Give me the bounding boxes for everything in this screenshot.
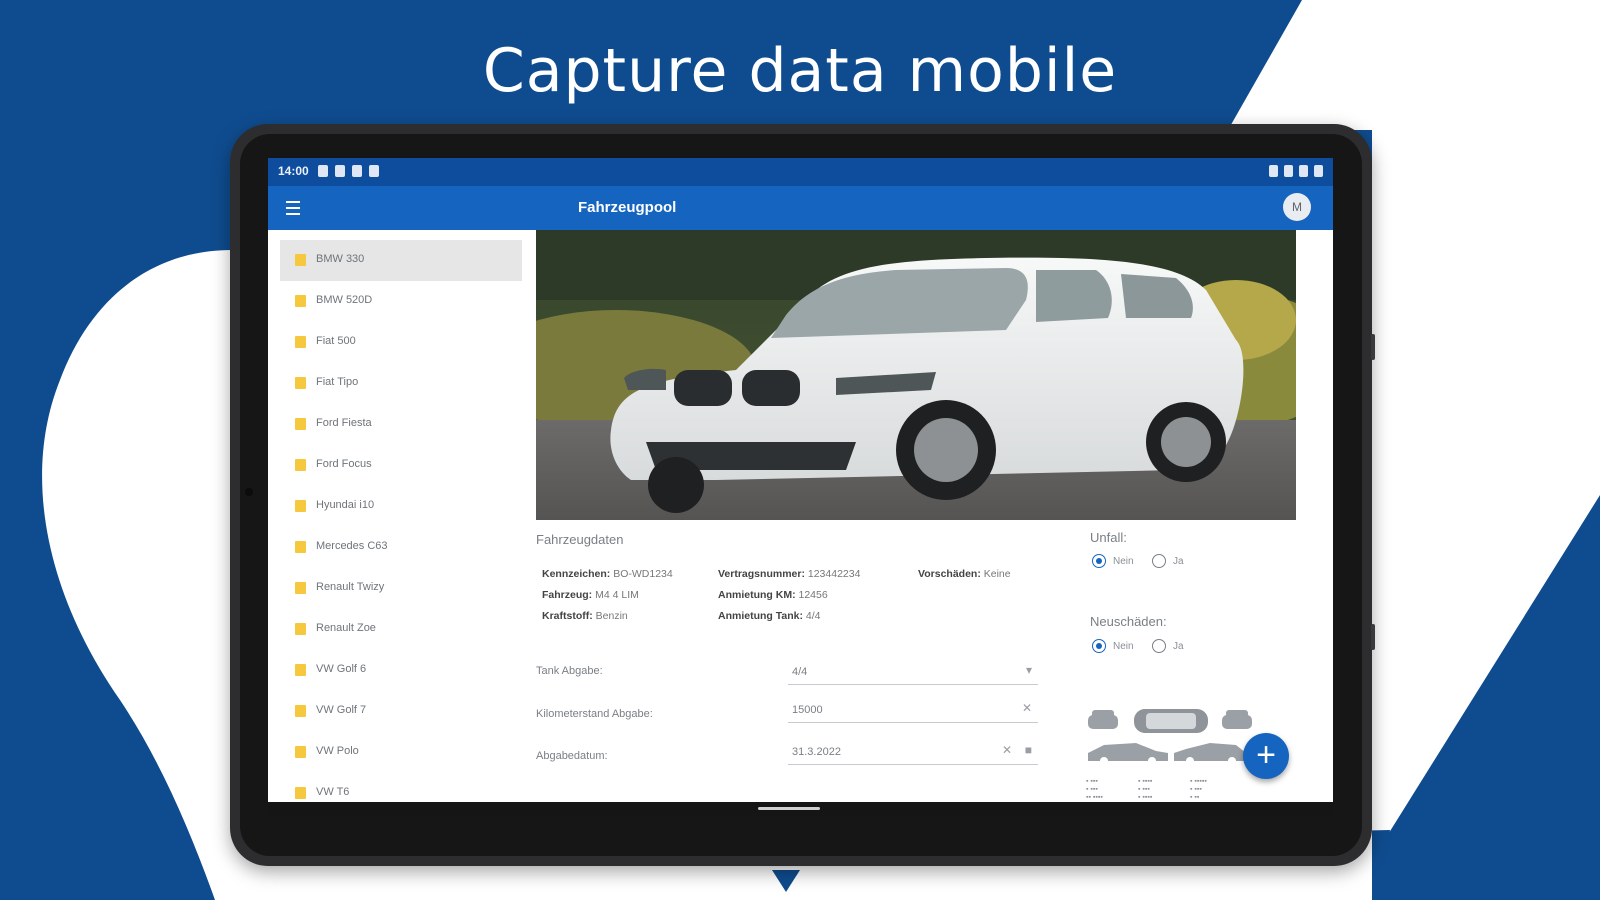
tank-select[interactable]: 4/4 ▾ bbox=[788, 658, 1038, 685]
vehicle-list-item[interactable]: Fiat Tipo bbox=[280, 363, 522, 404]
km-label: Kilometerstand Abgabe: bbox=[536, 708, 653, 720]
vehicle-list-item[interactable]: Fiat 500 bbox=[280, 322, 522, 363]
folder-icon bbox=[295, 459, 306, 471]
diagram-legend: ▪ ▪▪▪▪▪ ▪ ▪▪▪ ▪ ▪▪ bbox=[1190, 778, 1207, 801]
add-button[interactable]: + bbox=[1243, 733, 1289, 779]
vehicle-list-item[interactable]: Mercedes C63 bbox=[280, 527, 522, 568]
hamburger-menu-icon[interactable] bbox=[286, 201, 300, 215]
folder-icon bbox=[295, 500, 306, 512]
folder-icon bbox=[295, 664, 306, 676]
info-kraftstoff: Kraftstoff: Benzin bbox=[542, 610, 628, 622]
clear-icon[interactable]: ✕ bbox=[1002, 743, 1012, 757]
vehicle-list-item[interactable]: Ford Fiesta bbox=[280, 404, 522, 445]
tank-label: Tank Abgabe: bbox=[536, 665, 603, 677]
vehicle-list-item[interactable]: VW Golf 7 bbox=[280, 691, 522, 732]
damage-diagram[interactable] bbox=[1086, 703, 1266, 803]
vehicle-list-item[interactable]: BMW 330 bbox=[280, 240, 522, 281]
navigation-bar bbox=[268, 802, 1333, 816]
app-title: Fahrzeugpool bbox=[578, 199, 677, 216]
date-label: Abgabedatum: bbox=[536, 750, 608, 762]
neuschaeden-label: Neuschäden: bbox=[1090, 614, 1167, 629]
info-anmietung-tank: Anmietung Tank: 4/4 bbox=[718, 610, 821, 622]
info-anmietung-km: Anmietung KM: 12456 bbox=[718, 589, 828, 601]
unfall-ja-label: Ja bbox=[1173, 556, 1184, 567]
power-button bbox=[1371, 624, 1375, 650]
km-input[interactable]: 15000 ✕ bbox=[788, 696, 1038, 723]
vehicle-list-item[interactable]: VW Golf 6 bbox=[280, 650, 522, 691]
neuschaeden-ja-label: Ja bbox=[1173, 641, 1184, 652]
app-screen: 14:00 Fahrzeugpool M BMW 330 BMW 520D Fi… bbox=[268, 158, 1333, 816]
folder-icon bbox=[295, 254, 306, 266]
folder-icon bbox=[295, 541, 306, 553]
add-icon: + bbox=[1256, 736, 1276, 774]
vehicle-list-item[interactable]: VW Polo bbox=[280, 732, 522, 773]
info-fahrzeug: Fahrzeug: M4 4 LIM bbox=[542, 589, 639, 601]
diagram-legend: ▪ ▪▪▪ ▪ ▪▪▪ ▪▪ ▪▪▪▪ bbox=[1086, 778, 1103, 801]
folder-icon bbox=[295, 787, 306, 799]
info-vorschaeden: Vorschäden: Keine bbox=[918, 568, 1011, 580]
vehicle-list-item[interactable]: Renault Twizy bbox=[280, 568, 522, 609]
avatar[interactable]: M bbox=[1283, 193, 1311, 221]
vehicle-list-item[interactable]: BMW 520D bbox=[280, 281, 522, 322]
folder-icon bbox=[295, 377, 306, 389]
dropdown-arrow-icon: ▾ bbox=[1025, 663, 1032, 677]
folder-icon bbox=[295, 582, 306, 594]
folder-icon bbox=[295, 418, 306, 430]
unfall-label: Unfall: bbox=[1090, 530, 1127, 545]
status-time: 14:00 bbox=[278, 164, 309, 178]
unfall-nein-label: Nein bbox=[1113, 556, 1134, 567]
status-notification-icons bbox=[318, 165, 379, 177]
clear-icon[interactable]: ✕ bbox=[1022, 701, 1032, 715]
folder-icon bbox=[295, 746, 306, 758]
vehicle-list-item[interactable]: Ford Focus bbox=[280, 445, 522, 486]
folder-icon bbox=[295, 336, 306, 348]
neuschaeden-ja-radio[interactable] bbox=[1152, 639, 1166, 653]
unfall-nein-radio[interactable] bbox=[1092, 554, 1106, 568]
vehicle-list-item[interactable]: Renault Zoe bbox=[280, 609, 522, 650]
status-system-icons bbox=[1269, 165, 1323, 177]
headline: Capture data mobile bbox=[482, 36, 1118, 106]
camera-dot bbox=[245, 488, 253, 496]
vehicle-data-title: Fahrzeugdaten bbox=[536, 532, 624, 547]
vehicle-list: BMW 330 BMW 520D Fiat 500 Fiat Tipo Ford… bbox=[268, 230, 530, 816]
unfall-ja-radio[interactable] bbox=[1152, 554, 1166, 568]
diagram-legend: ▪ ▪▪▪▪ ▪ ▪▪▪ ▪ ▪▪▪▪ bbox=[1138, 778, 1153, 801]
info-kennzeichen: Kennzeichen: BO-WD1234 bbox=[542, 568, 673, 580]
folder-icon bbox=[295, 623, 306, 635]
folder-icon bbox=[295, 295, 306, 307]
home-indicator[interactable] bbox=[758, 807, 820, 810]
status-bar: 14:00 bbox=[268, 158, 1333, 186]
date-input[interactable]: 31.3.2022 ✕ ■ bbox=[788, 738, 1038, 765]
app-bar: Fahrzeugpool M bbox=[268, 186, 1333, 230]
volume-button bbox=[1371, 334, 1375, 360]
neuschaeden-nein-radio[interactable] bbox=[1092, 639, 1106, 653]
folder-icon bbox=[295, 705, 306, 717]
info-vertragsnummer: Vertragsnummer: 123442234 bbox=[718, 568, 861, 580]
vehicle-list-item[interactable]: Hyundai i10 bbox=[280, 486, 522, 527]
vehicle-photo bbox=[536, 230, 1296, 520]
calendar-icon[interactable]: ■ bbox=[1025, 743, 1032, 757]
neuschaeden-nein-label: Nein bbox=[1113, 641, 1134, 652]
